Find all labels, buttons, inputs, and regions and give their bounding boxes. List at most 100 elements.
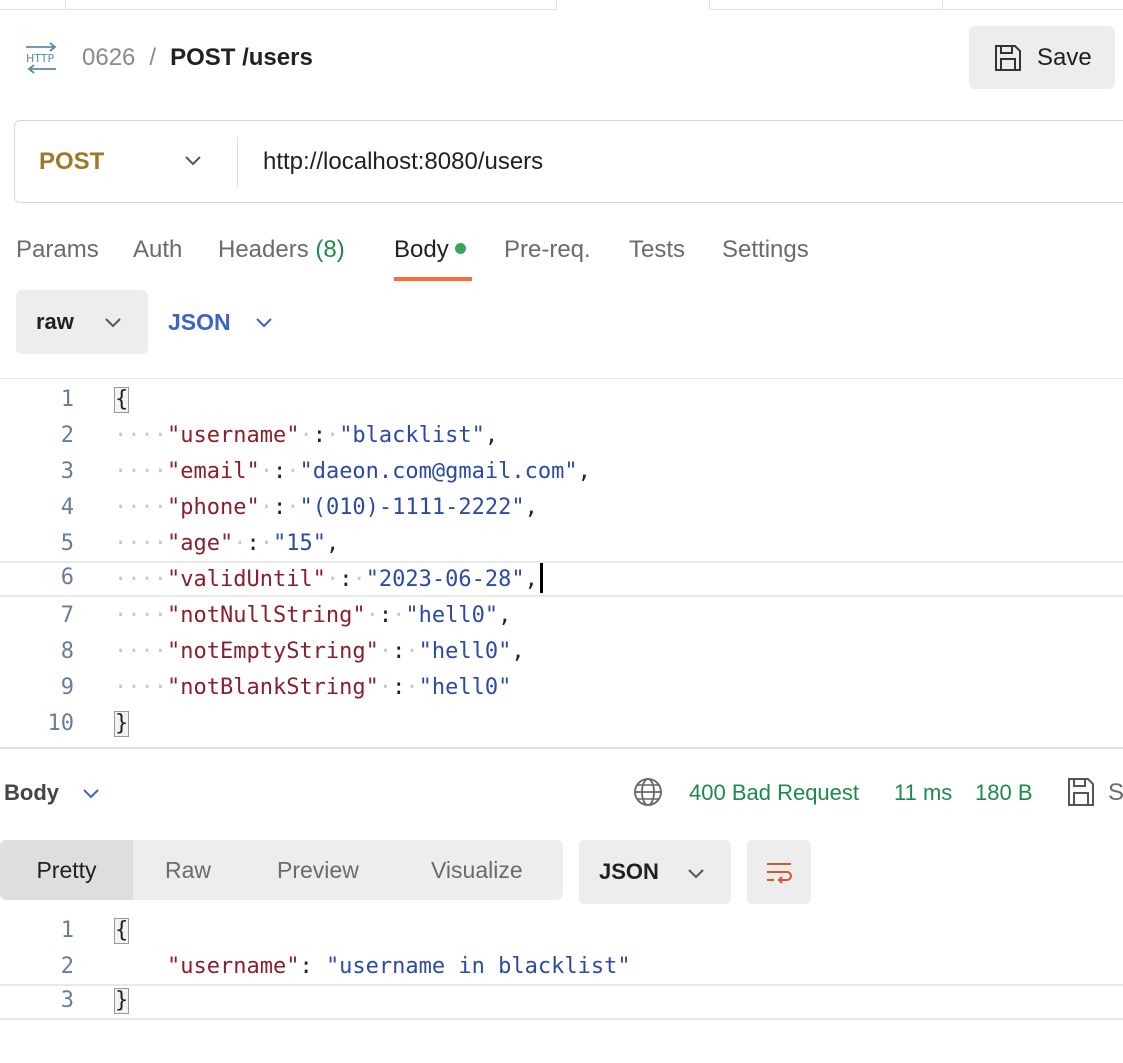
line-number: 5 <box>60 531 74 556</box>
url-divider <box>237 137 238 187</box>
line-number: 9 <box>60 675 74 700</box>
tab-tests[interactable]: Tests <box>629 230 685 270</box>
chevron-down-icon <box>83 789 99 799</box>
code-line: 10 } <box>0 707 1123 743</box>
tab-label: Params <box>16 236 99 263</box>
tab-params[interactable]: Params <box>16 230 99 270</box>
close-brace: } <box>114 711 130 737</box>
request-body-editor[interactable]: 1 { 2 ····"username"·:·"blacklist", 3 ··… <box>0 378 1123 749</box>
json-value: "blacklist" <box>339 423 485 448</box>
response-view-tabs: Pretty Raw Preview Visualize <box>0 840 563 900</box>
response-status[interactable]: 400 Bad Request <box>689 776 859 810</box>
globe-icon[interactable] <box>632 776 664 808</box>
tab-label: Settings <box>722 236 809 263</box>
line-number: 7 <box>60 603 74 628</box>
tab-label: Headers <box>218 236 309 263</box>
json-key: "username" <box>166 954 300 979</box>
code-line: 9 ····"notBlankString"·:·"hell0" <box>0 671 1123 707</box>
tab-settings[interactable]: Settings <box>722 230 809 270</box>
tab-divider <box>556 0 557 10</box>
json-key: "validUntil" <box>166 567 326 592</box>
breadcrumb-collection[interactable]: 0626 <box>82 44 135 72</box>
chevron-down-icon[interactable] <box>181 148 205 172</box>
json-key: "notNullString" <box>166 603 366 628</box>
view-tab-raw[interactable]: Raw <box>165 840 211 900</box>
text-caret <box>539 563 543 593</box>
tab-headers[interactable]: Headers (8) <box>218 230 345 270</box>
tab-auth[interactable]: Auth <box>133 230 182 270</box>
response-body-viewer[interactable]: 1 { 2 "username": "username in blacklist… <box>0 912 1123 1032</box>
line-number: 2 <box>60 954 74 979</box>
save-button[interactable]: Save <box>969 26 1115 89</box>
tab-strip-segment <box>709 0 1123 10</box>
tab-strip <box>0 0 1123 10</box>
body-mode-select[interactable]: raw <box>16 290 148 354</box>
body-indicator-dot <box>454 243 466 255</box>
json-value: "daeon.com@gmail.com" <box>299 459 578 484</box>
response-format-label: JSON <box>599 859 659 884</box>
line-number: 1 <box>60 387 74 412</box>
json-comma: , <box>498 603 512 628</box>
line-number: 3 <box>60 459 74 484</box>
chevron-down-icon <box>255 318 272 328</box>
response-format-select[interactable]: JSON <box>579 840 731 904</box>
save-response-label[interactable]: S <box>1108 776 1123 810</box>
code-line: 5 ····"age"·:·"15", <box>0 527 1123 563</box>
active-tab-underline <box>394 277 472 281</box>
chevron-down-icon <box>105 318 121 328</box>
wrap-lines-icon <box>767 863 792 884</box>
code-line: 4 ····"phone"·:·"(010)-1111-2222", <box>0 491 1123 527</box>
line-number: 10 <box>47 711 75 736</box>
json-key: "age" <box>166 531 234 556</box>
json-value: "hell0" <box>418 675 512 700</box>
code-line: 3 ····"email"·:·"daeon.com@gmail.com", <box>0 455 1123 491</box>
view-tab-preview[interactable]: Preview <box>277 840 359 900</box>
save-label: Save <box>1037 43 1092 71</box>
view-tab-visualize[interactable]: Visualize <box>431 840 523 900</box>
json-value: "hell0" <box>405 603 499 628</box>
line-number: 3 <box>60 988 74 1013</box>
svg-text:HTTP: HTTP <box>26 52 55 65</box>
json-value: "username in blacklist" <box>325 954 631 979</box>
tab-pre-request[interactable]: Pre-req. <box>504 230 591 270</box>
tab-label: Pre-req. <box>504 236 591 263</box>
body-format-select[interactable]: JSON <box>168 290 275 354</box>
line-number: 8 <box>60 639 74 664</box>
url-input[interactable]: http://localhost:8080/users <box>263 121 543 202</box>
request-title[interactable]: POST /users <box>170 44 313 72</box>
save-response-icon[interactable] <box>1066 776 1096 808</box>
wrap-lines-button[interactable] <box>747 840 811 904</box>
body-format-label: JSON <box>168 308 231 335</box>
body-mode-label: raw <box>36 309 74 334</box>
json-value: "15" <box>272 531 326 556</box>
tab-label: Tests <box>629 236 686 263</box>
json-comma: , <box>577 459 591 484</box>
json-key: "username" <box>166 423 300 448</box>
response-section-select[interactable]: Body <box>4 776 101 810</box>
code-line: 1 { <box>0 914 1123 950</box>
response-time[interactable]: 11 ms <box>894 776 952 810</box>
view-tab-pretty[interactable]: Pretty <box>0 840 133 900</box>
json-colon: : <box>299 954 326 979</box>
line-number: 2 <box>60 423 74 448</box>
tab-strip-segment <box>0 0 557 10</box>
json-comma: , <box>511 639 525 664</box>
url-bar: POST http://localhost:8080/users <box>14 120 1123 203</box>
json-key: "phone" <box>166 495 260 520</box>
json-key: "email" <box>166 459 260 484</box>
json-key: "notBlankString" <box>166 675 379 700</box>
code-line: 2 "username": "username in blacklist" <box>0 950 1123 986</box>
method-select[interactable]: POST <box>39 121 104 202</box>
line-number: 1 <box>60 918 74 943</box>
line-number: 6 <box>60 565 74 590</box>
breadcrumb-separator: / <box>149 44 157 71</box>
current-code-line: 3 } <box>0 984 1123 1020</box>
http-icon: HTTP <box>26 42 57 74</box>
tab-body[interactable]: Body <box>394 230 466 270</box>
response-size[interactable]: 180 B <box>975 776 1033 810</box>
tab-divider <box>942 0 943 10</box>
code-line: 7 ····"notNullString"·:·"hell0", <box>0 599 1123 635</box>
tab-label: Auth <box>133 236 183 263</box>
json-value: "hell0" <box>418 639 512 664</box>
json-comma: , <box>524 567 538 592</box>
